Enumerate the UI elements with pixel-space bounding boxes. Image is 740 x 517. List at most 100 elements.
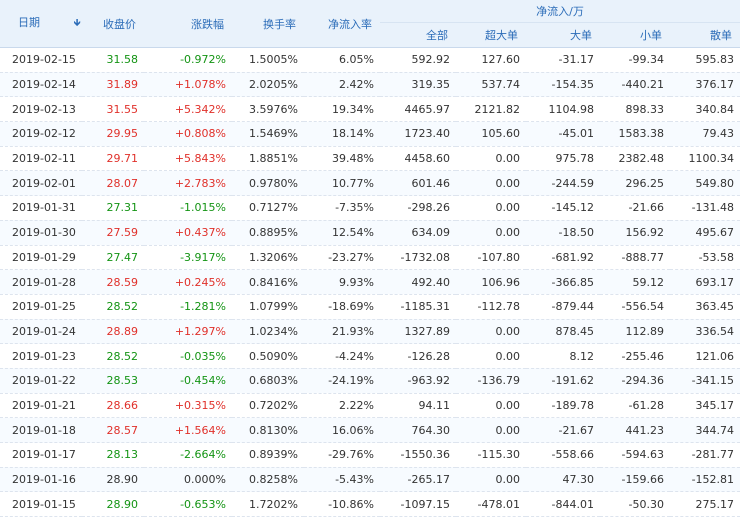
cell-small: 549.80 (670, 170, 740, 197)
table-row[interactable]: 2019-01-31 27.31 -1.015% 0.7127% -7.35% -298.… (0, 195, 740, 221)
cell-extra-large: -112.78 (456, 294, 526, 320)
cell-change: -0.454% (144, 368, 232, 394)
column-header-inflow-rate[interactable]: 净流入率 (304, 0, 380, 48)
cell-total: 1327.89 (380, 319, 456, 345)
column-header-date[interactable]: 日期 🡻 (0, 0, 82, 48)
cell-small: 363.45 (670, 294, 740, 320)
cell-change: -3.917% (144, 245, 232, 271)
cell-date: 2019-01-28 (0, 269, 82, 295)
cell-close: 28.53 (82, 368, 144, 394)
cell-extra-large: 0.00 (456, 393, 526, 419)
cell-medium: -888.77 (600, 245, 670, 271)
cell-total: 601.46 (380, 170, 456, 197)
table-row[interactable]: 2019-01-16 28.90 0.000% 0.8258% -5.43% -265.1… (0, 467, 740, 493)
cell-date: 2019-02-01 (0, 170, 82, 197)
cell-change: 0.000% (144, 467, 232, 493)
cell-total: -963.92 (380, 368, 456, 394)
table-row[interactable]: 2019-01-17 28.13 -2.664% 0.8939% -29.76% -155… (0, 442, 740, 468)
cell-medium: -440.21 (600, 72, 670, 98)
cell-close: 29.95 (82, 121, 144, 147)
column-header-turnover[interactable]: 换手率 (232, 0, 304, 48)
cell-medium: -50.30 (600, 491, 670, 517)
column-header-total[interactable]: 全部 (380, 22, 456, 48)
cell-small: 121.06 (670, 343, 740, 369)
cell-medium: 1583.38 (600, 121, 670, 147)
cell-large: -31.17 (526, 47, 600, 73)
cell-change: +1.564% (144, 417, 232, 443)
table-row[interactable]: 2019-02-14 31.89 +1.078% 2.0205% 2.42% 319.35… (0, 72, 740, 98)
table-row[interactable]: 2019-02-12 29.95 +0.808% 1.5469% 18.14% 1723.… (0, 121, 740, 147)
cell-small: 344.74 (670, 417, 740, 443)
cell-inflow-rate: -24.19% (304, 368, 380, 394)
cell-small: 336.54 (670, 319, 740, 345)
fund-flow-table: 日期 🡻 收盘价 涨跌幅 换手率 净流入率 净流入/万 全部 超大单 大单 小单… (0, 0, 740, 517)
cell-large: -879.44 (526, 294, 600, 320)
column-header-large[interactable]: 大单 (526, 22, 600, 48)
cell-date: 2019-01-15 (0, 491, 82, 517)
cell-small: 693.17 (670, 269, 740, 295)
cell-small: -341.15 (670, 368, 740, 394)
cell-inflow-rate: 6.05% (304, 47, 380, 73)
table-body: 2019-02-15 31.58 -0.972% 1.5005% 6.05% 592.92… (0, 47, 740, 517)
table-row[interactable]: 2019-01-18 28.57 +1.564% 0.8130% 16.06% 764.3… (0, 417, 740, 443)
cell-total: 4458.60 (380, 146, 456, 172)
cell-turnover: 1.3206% (232, 245, 304, 271)
table-row[interactable]: 2019-01-15 28.90 -0.653% 1.7202% -10.86% -109… (0, 491, 740, 517)
cell-turnover: 0.6803% (232, 368, 304, 394)
cell-turnover: 1.7202% (232, 491, 304, 517)
table-row[interactable]: 2019-02-01 28.07 +2.783% 0.9780% 10.77% 601.4… (0, 170, 740, 197)
cell-medium: -159.66 (600, 467, 670, 493)
cell-close: 27.59 (82, 220, 144, 246)
cell-close: 31.89 (82, 72, 144, 98)
cell-inflow-rate: -7.35% (304, 195, 380, 221)
column-header-medium[interactable]: 小单 (600, 22, 670, 48)
cell-inflow-rate: -4.24% (304, 343, 380, 369)
cell-turnover: 0.7127% (232, 195, 304, 221)
table-row[interactable]: 2019-02-11 29.71 +5.843% 1.8851% 39.48% 4458.… (0, 146, 740, 172)
cell-total: 4465.97 (380, 96, 456, 123)
column-header-extra-large[interactable]: 超大单 (456, 22, 526, 48)
cell-date: 2019-01-24 (0, 319, 82, 345)
cell-change: -0.035% (144, 343, 232, 369)
cell-small: 345.17 (670, 393, 740, 419)
cell-change: +0.315% (144, 393, 232, 419)
cell-extra-large: -136.79 (456, 368, 526, 394)
cell-inflow-rate: -18.69% (304, 294, 380, 320)
table-row[interactable]: 2019-02-13 31.55 +5.342% 3.5976% 19.34% 4465.… (0, 96, 740, 123)
cell-date: 2019-02-11 (0, 146, 82, 172)
cell-total: 592.92 (380, 47, 456, 73)
cell-close: 27.47 (82, 245, 144, 271)
table-row[interactable]: 2019-01-21 28.66 +0.315% 0.7202% 2.22% 94.11 0… (0, 393, 740, 419)
cell-extra-large: 0.00 (456, 195, 526, 221)
table-row[interactable]: 2019-02-15 31.58 -0.972% 1.5005% 6.05% 592.92… (0, 47, 740, 73)
cell-turnover: 1.0234% (232, 319, 304, 345)
table-row[interactable]: 2019-01-25 28.52 -1.281% 1.0799% -18.69% -118… (0, 294, 740, 320)
cell-date: 2019-01-18 (0, 417, 82, 443)
table-row[interactable]: 2019-01-23 28.52 -0.035% 0.5090% -4.24% -126.… (0, 343, 740, 369)
cell-close: 28.13 (82, 442, 144, 468)
cell-change: +0.245% (144, 269, 232, 295)
cell-large: 975.78 (526, 146, 600, 172)
table-row[interactable]: 2019-01-24 28.89 +1.297% 1.0234% 21.93% 1327.… (0, 319, 740, 345)
table-row[interactable]: 2019-01-22 28.53 -0.454% 0.6803% -24.19% -963… (0, 368, 740, 394)
cell-extra-large: 0.00 (456, 319, 526, 345)
cell-turnover: 1.5469% (232, 121, 304, 147)
cell-small: 79.43 (670, 121, 740, 147)
cell-inflow-rate: -5.43% (304, 467, 380, 493)
table-row[interactable]: 2019-01-28 28.59 +0.245% 0.8416% 9.93% 492.40… (0, 269, 740, 295)
table-row[interactable]: 2019-01-30 27.59 +0.437% 0.8895% 12.54% 634.0… (0, 220, 740, 246)
cell-turnover: 0.5090% (232, 343, 304, 369)
table-row[interactable]: 2019-01-29 27.47 -3.917% 1.3206% -23.27% -173… (0, 245, 740, 271)
cell-large: -191.62 (526, 368, 600, 394)
cell-date: 2019-01-23 (0, 343, 82, 369)
cell-extra-large: 0.00 (456, 467, 526, 493)
cell-date: 2019-01-17 (0, 442, 82, 468)
column-header-small[interactable]: 散单 (670, 22, 740, 48)
cell-inflow-rate: 2.42% (304, 72, 380, 98)
cell-extra-large: 127.60 (456, 47, 526, 73)
column-header-change[interactable]: 涨跌幅 (144, 0, 232, 48)
cell-total: -1732.08 (380, 245, 456, 271)
arrow-down-icon[interactable]: 🡻 (74, 16, 81, 33)
column-header-close[interactable]: 收盘价 (82, 0, 144, 48)
cell-turnover: 0.8258% (232, 467, 304, 493)
